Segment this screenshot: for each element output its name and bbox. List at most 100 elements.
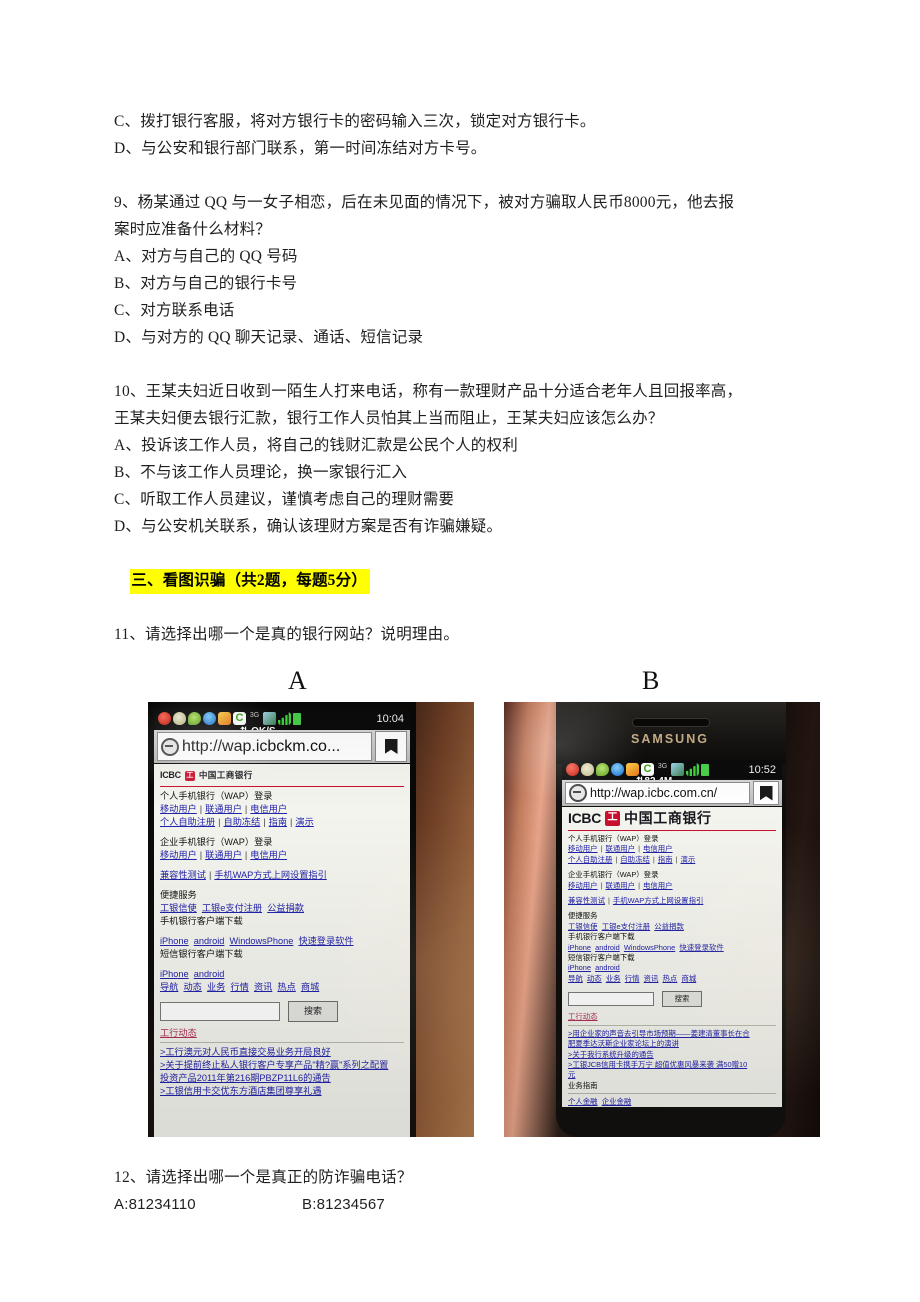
link-quick-login-software[interactable]: 快速登录软件 — [679, 943, 723, 952]
photo-a-news-item-3[interactable]: 投资产品2011年第216期PBZP11L6的通告 — [160, 1072, 404, 1085]
nav-link-news[interactable]: 动态 — [587, 974, 602, 983]
q10-stem-line-2: 王某夫妇便去银行汇款，银行工作人员怕其上当而阻止，王某夫妇应该怎么办？ — [114, 410, 664, 427]
photo-b-real-bank-site: SAMSUNG C 3G 10:52 http://wap.icbc.com.c… — [504, 702, 820, 1137]
nav-link-info[interactable]: 资讯 — [644, 974, 659, 983]
nav-link-mall[interactable]: 商城 — [301, 982, 319, 992]
photo-a-url-bar[interactable]: http://wap.icbckm.co... — [154, 730, 410, 763]
link-guide[interactable]: 指南 — [658, 855, 673, 864]
link-sms-android[interactable]: android — [194, 969, 225, 979]
nav-link-navigation[interactable]: 导航 — [160, 982, 178, 992]
link-epay-register[interactable]: 工银e支付注册 — [602, 922, 650, 931]
photo-a-bookmark-button[interactable] — [375, 731, 407, 762]
photo-a-news-item-1[interactable]: >工行澳元对人民币直接交易业务开局良好 — [160, 1046, 404, 1059]
nav-link-news[interactable]: 动态 — [183, 982, 201, 992]
link-sms-iphone[interactable]: iPhone — [160, 969, 189, 979]
photo-b-news-item-2[interactable]: >关于我行系统升级的通告 — [568, 1050, 776, 1060]
link-android[interactable]: android — [194, 936, 225, 946]
link-windowsphone[interactable]: WindowsPhone — [229, 936, 293, 946]
link-ent-unicom-user[interactable]: 联通用户 — [606, 881, 636, 890]
link-ent-telecom-user[interactable]: 电信用户 — [250, 850, 287, 860]
link-epay-register[interactable]: 工银e支付注册 — [202, 903, 262, 913]
photo-a-url-field[interactable]: http://wap.icbckm.co... — [157, 732, 372, 761]
link-quick-login-software[interactable]: 快速登录软件 — [298, 936, 353, 946]
photo-b-news-item-1-cont[interactable]: 肥夏季达沃斯企业家论坛上的演讲 — [568, 1039, 776, 1049]
link-charity-donation[interactable]: 公益捐款 — [267, 903, 304, 913]
photo-a-news-item-4[interactable]: >工银信用卡交优东方酒店集团尊享礼遇 — [160, 1085, 404, 1098]
link-ent-mobile-user[interactable]: 移动用户 — [160, 850, 197, 860]
photo-a-sms-download-links: iPhone android — [160, 968, 404, 981]
link-unicom-user[interactable]: 联通用户 — [205, 804, 242, 814]
logo-divider — [160, 786, 404, 787]
photo-b-news-item-3-cont[interactable]: 元 — [568, 1070, 776, 1080]
link-compat-test[interactable]: 兼容性测试 — [568, 896, 605, 905]
photo-b-url-field[interactable]: http://wap.icbc.com.cn/ — [565, 782, 750, 804]
q11-figure-area: A B C 3G 10:04 http://wap.icbckm.co... I… — [114, 666, 820, 1140]
section-3-heading: 三、看图识骗（共2题，每题5分） — [130, 569, 371, 594]
link-ent-telecom-user[interactable]: 电信用户 — [643, 881, 673, 890]
link-telecom-user[interactable]: 电信用户 — [250, 804, 287, 814]
signal-bars-icon — [278, 712, 291, 725]
link-self-register[interactable]: 个人自助注册 — [160, 817, 215, 827]
link-mobile-user[interactable]: 移动用户 — [160, 804, 197, 814]
gift-icon — [626, 763, 639, 776]
nav-link-hotspot[interactable]: 热点 — [663, 974, 678, 983]
link-android[interactable]: android — [595, 943, 620, 952]
photo-a-search-input[interactable] — [160, 1002, 280, 1021]
photo-b-search-button[interactable]: 搜索 — [662, 991, 702, 1008]
mobile-data-icon: 3G — [657, 762, 668, 770]
link-sms-iphone[interactable]: iPhone — [568, 963, 591, 972]
photo-b-news-item-1[interactable]: >用企业家的声音去引导市场预期——姜建清董事长在合 — [568, 1029, 776, 1039]
photo-pair: C 3G 10:04 ⇅ OK/S http://wap.icbckm.co..… — [114, 702, 820, 1140]
photo-b-news-item-3[interactable]: >工银JCB信用卡携手万宁 超值优惠风暴来袭 满50赠10 — [568, 1060, 776, 1070]
link-personal-finance[interactable]: 个人金融 — [568, 1097, 598, 1106]
photo-b-bookmark-button[interactable] — [753, 781, 779, 805]
link-guide[interactable]: 指南 — [269, 817, 287, 827]
nav-link-quotes[interactable]: 行情 — [625, 974, 640, 983]
photo-a-search-button[interactable]: 搜索 — [288, 1001, 338, 1022]
nav-link-info[interactable]: 资讯 — [254, 982, 272, 992]
q9-stem-line-2: 案时应准备什么材料？ — [114, 221, 272, 238]
link-telecom-user[interactable]: 电信用户 — [643, 844, 673, 853]
photo-b-clock: 10:52 — [748, 763, 776, 776]
link-demo[interactable]: 演示 — [681, 855, 696, 864]
link-ent-unicom-user[interactable]: 联通用户 — [205, 850, 242, 860]
link-corporate-finance[interactable]: 企业金融 — [602, 1097, 632, 1106]
nav-link-navigation[interactable]: 导航 — [568, 974, 583, 983]
icbc-wordmark: ICBC — [568, 810, 602, 827]
link-self-register[interactable]: 个人自助注册 — [568, 855, 612, 864]
link-self-freeze[interactable]: 自助冻结 — [224, 817, 261, 827]
link-windowsphone[interactable]: WindowsPhone — [624, 943, 675, 952]
link-self-freeze[interactable]: 自助冻结 — [620, 855, 650, 864]
link-mobile-user[interactable]: 移动用户 — [568, 844, 598, 853]
photo-a-clock: 10:04 — [376, 712, 404, 725]
photo-a-news-item-2[interactable]: >关于提前终止私人银行客户专享产品"精?赢"系列之配置 — [160, 1059, 404, 1072]
link-charity-donation[interactable]: 公益捐款 — [654, 922, 684, 931]
link-iphone[interactable]: iPhone — [160, 936, 189, 946]
qq-icon — [611, 763, 624, 776]
nav-link-business[interactable]: 业务 — [606, 974, 621, 983]
nav-link-business[interactable]: 业务 — [207, 982, 225, 992]
link-unicom-user[interactable]: 联通用户 — [606, 844, 636, 853]
q12-answer-b: B:81234567 — [302, 1196, 385, 1213]
link-compat-test[interactable]: 兼容性测试 — [160, 870, 206, 880]
message-icon — [188, 712, 201, 725]
nav-link-hotspot[interactable]: 热点 — [277, 982, 295, 992]
link-icbc-messenger[interactable]: 工银信使 — [160, 903, 197, 913]
question-9: 9、杨某通过 QQ 与一女子相恋，后在未见面的情况下，被对方骗取人民币8000元… — [114, 189, 808, 351]
question-8-tail: C、拨打银行客服，将对方银行卡的密码输入三次，锁定对方银行卡。 D、与公安和银行… — [114, 108, 808, 162]
signal-bars-icon — [686, 763, 699, 776]
link-wap-setup-guide[interactable]: 手机WAP方式上网设置指引 — [214, 870, 326, 880]
link-demo[interactable]: 演示 — [295, 817, 313, 827]
link-sms-android[interactable]: android — [595, 963, 620, 972]
question-10: 10、王某夫妇近日收到一陌生人打来电话，称有一款理财产品十分适合老年人且回报率高… — [114, 378, 808, 540]
link-iphone[interactable]: iPhone — [568, 943, 591, 952]
photo-b-search-input[interactable] — [568, 992, 654, 1007]
link-wap-setup-guide[interactable]: 手机WAP方式上网设置指引 — [613, 896, 703, 905]
nav-link-quotes[interactable]: 行情 — [230, 982, 248, 992]
photo-b-sms-download-heading: 短信银行客户端下载 — [568, 953, 635, 963]
link-icbc-messenger[interactable]: 工银信使 — [568, 922, 598, 931]
photo-b-url-bar[interactable]: http://wap.icbc.com.cn/ — [562, 780, 782, 806]
link-ent-mobile-user[interactable]: 移动用户 — [568, 881, 598, 890]
nav-link-mall[interactable]: 商城 — [681, 974, 696, 983]
